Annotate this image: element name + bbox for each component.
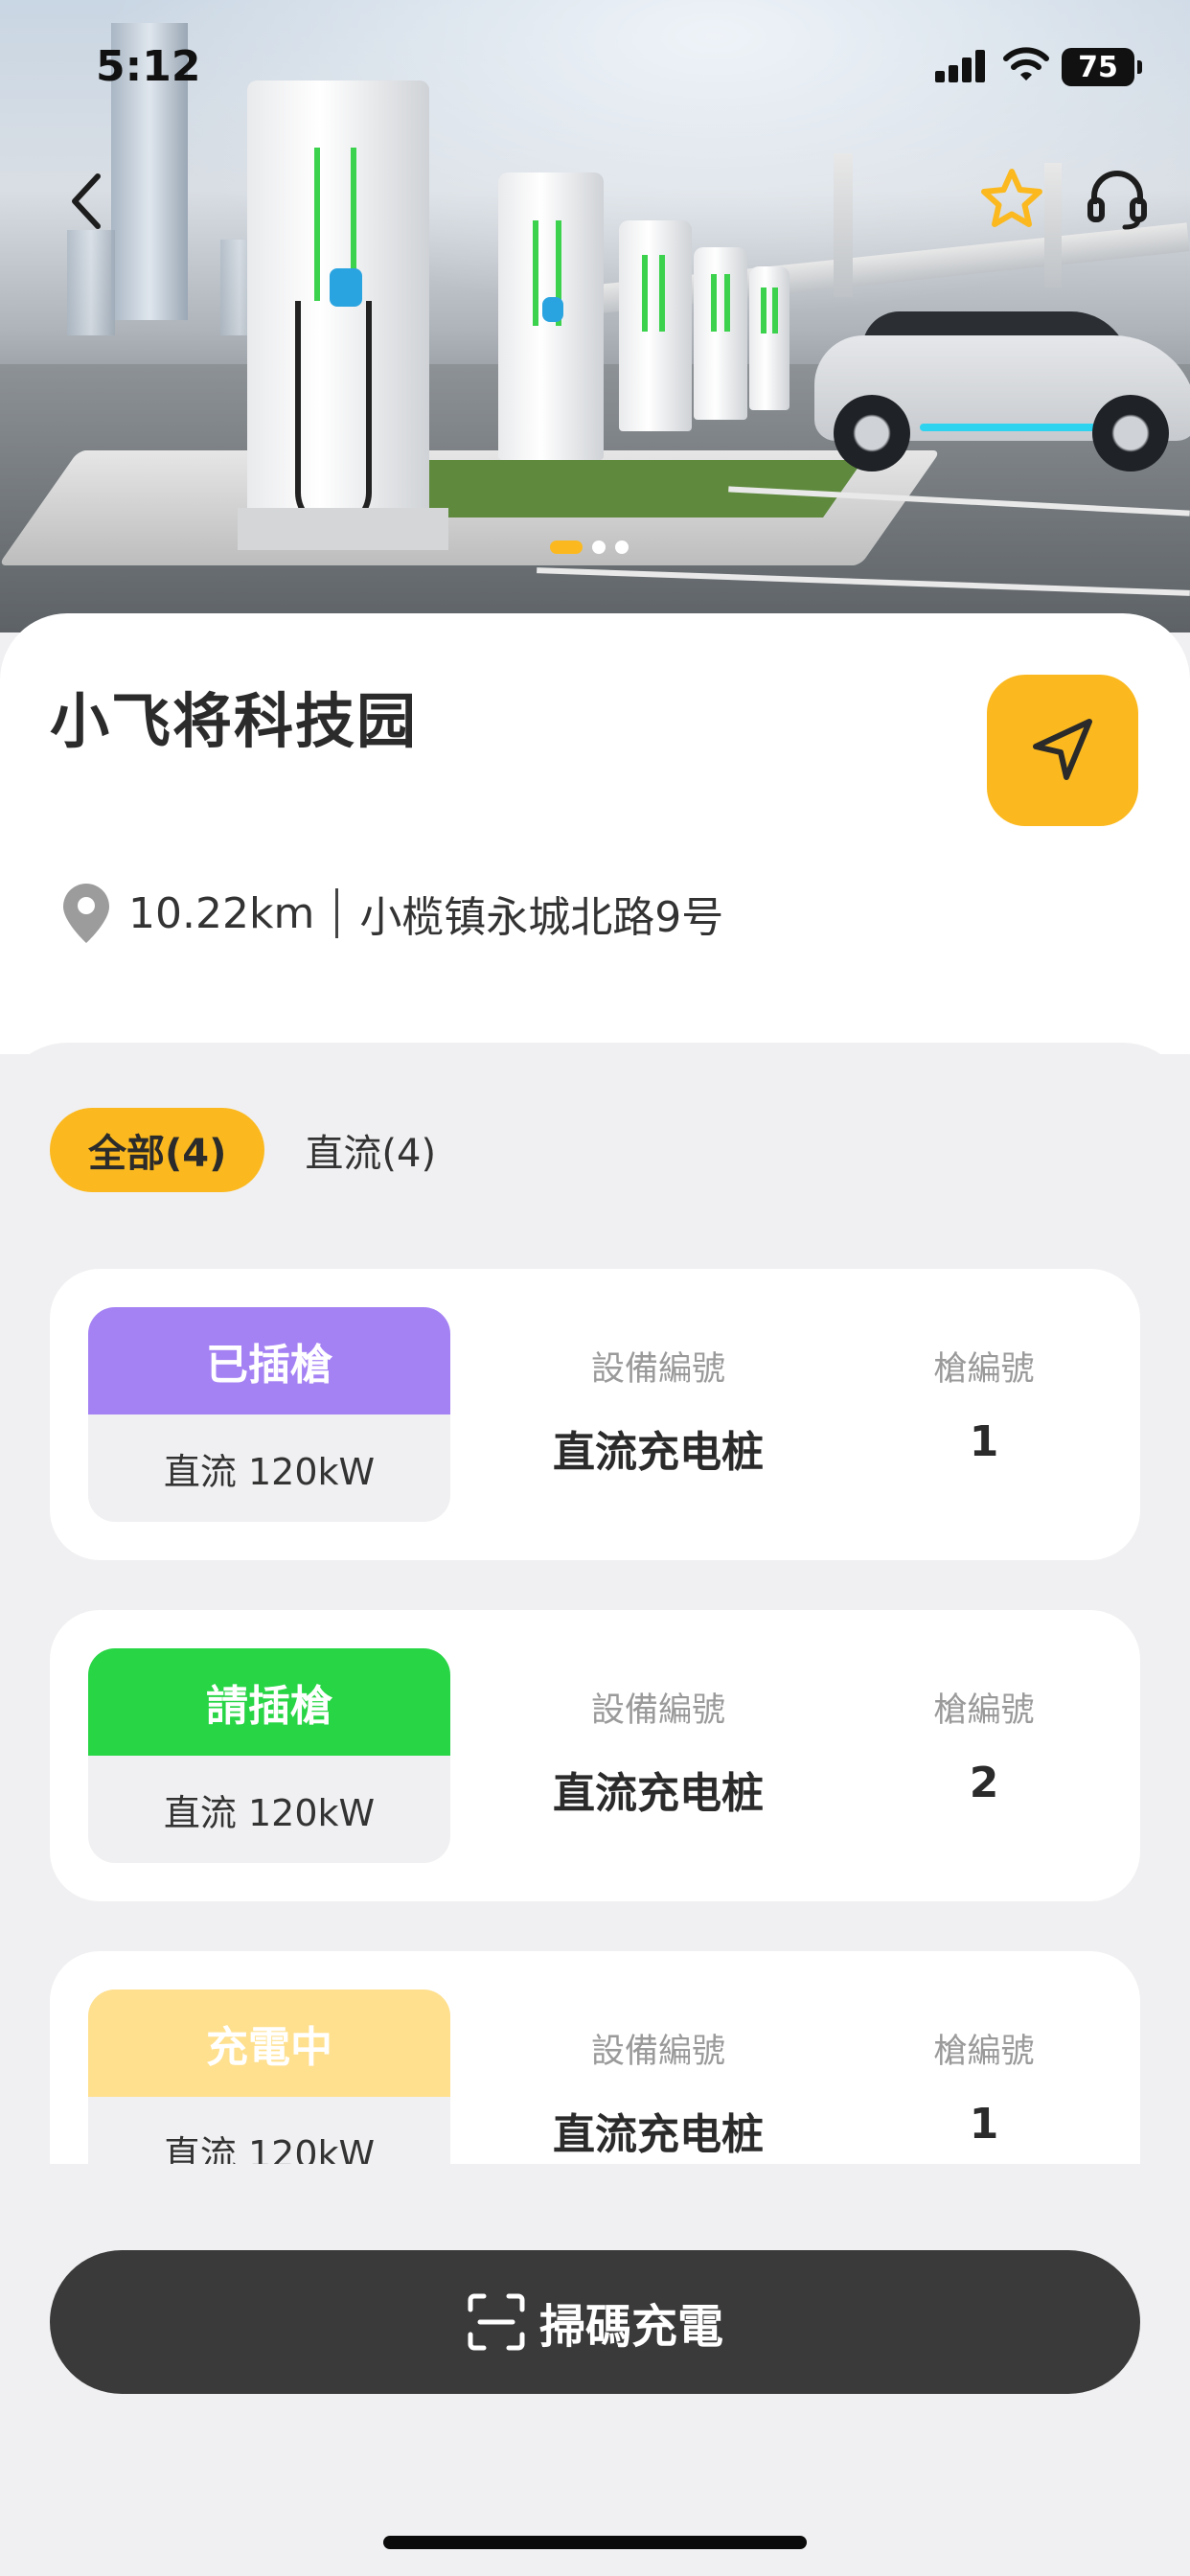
device-number-label: 設備編號	[590, 1350, 725, 1389]
gun-number-value: 1	[969, 2100, 999, 2149]
station-distance: 10.22km	[128, 888, 315, 938]
battery-indicator: 75	[1062, 48, 1142, 86]
chevron-left-icon	[72, 173, 101, 229]
gun-number-column: 槍編號 1	[864, 2024, 1104, 2149]
hero-car	[805, 307, 1190, 472]
charger-status-box: 請插槍 直流 120kW	[88, 1648, 450, 1863]
tab-all[interactable]: 全部(4)	[50, 1108, 265, 1192]
charger-status-badge: 充電中	[88, 1990, 450, 2097]
charger-power: 直流 120kW	[163, 1450, 376, 1493]
hero-building	[67, 230, 115, 335]
station-address: 小榄镇永城北路9号	[359, 893, 724, 942]
charger-status-badge: 已插槍	[88, 1307, 450, 1414]
star-outline-icon	[981, 169, 1042, 227]
carousel-dot[interactable]	[592, 540, 606, 554]
status-time: 5:12	[96, 42, 201, 91]
charger-card[interactable]: 已插槍 直流 120kW 設備編號 直流充电桩 槍編號 1	[50, 1269, 1140, 1560]
hero-charger	[498, 172, 604, 460]
tab-dc[interactable]: 直流(4)	[264, 1108, 474, 1192]
scan-to-charge-button[interactable]: 掃碼充電	[50, 2250, 1140, 2394]
carousel-dot[interactable]	[550, 540, 583, 554]
hero-charger	[749, 266, 790, 410]
charger-status-box: 充電中 直流 120kW	[88, 1990, 450, 2164]
map-pin-icon	[63, 884, 109, 943]
charger-power: 直流 120kW	[163, 2132, 376, 2165]
charger-status-box: 已插槍 直流 120kW	[88, 1307, 450, 1522]
hero-charger	[619, 220, 692, 431]
home-indicator[interactable]	[383, 2536, 807, 2549]
charger-power: 直流 120kW	[163, 1791, 376, 1834]
carousel-indicator	[550, 540, 629, 554]
station-info-panel: 小飞将科技园 10.22km 小榄镇永城北路9号	[0, 613, 1190, 1054]
device-number-value: 直流充电桩	[553, 1428, 764, 1477]
device-number-label: 設備編號	[590, 1691, 725, 1730]
cellular-signal-icon	[935, 48, 989, 82]
scan-frame-icon	[468, 2293, 525, 2351]
gun-number-label: 槍編號	[933, 2033, 1035, 2071]
device-number-value: 直流充电桩	[553, 1769, 764, 1818]
favorite-button[interactable]	[977, 165, 1046, 234]
charger-card[interactable]: 充電中 直流 120kW 設備編號 直流充电桩 槍編號 1	[50, 1951, 1140, 2164]
navigation-arrow-icon	[1033, 719, 1092, 780]
gun-number-column: 槍編號 1	[864, 1342, 1104, 1466]
hero-image	[0, 0, 1190, 632]
hero-charger-base	[238, 508, 448, 550]
customer-service-button[interactable]	[1083, 165, 1152, 234]
gun-number-column: 槍編號 2	[864, 1683, 1104, 1807]
device-number-column: 設備編號 直流充电桩	[500, 1683, 816, 1820]
wifi-icon	[1003, 47, 1049, 80]
gun-number-value: 2	[969, 1759, 999, 1807]
charger-card[interactable]: 請插槍 直流 120kW 設備編號 直流充电桩 槍編號 2	[50, 1610, 1140, 1901]
carousel-dot[interactable]	[615, 540, 629, 554]
charger-list[interactable]: 已插槍 直流 120kW 設備編號 直流充电桩 槍編號 1 請插槍 直流 120…	[50, 1269, 1140, 2164]
gun-number-value: 1	[969, 1417, 999, 1466]
hero-charger	[247, 80, 429, 531]
station-name: 小飞将科技园	[50, 686, 419, 756]
gun-number-label: 槍編號	[933, 1350, 1035, 1389]
device-number-label: 設備編號	[590, 2033, 725, 2071]
hero-bridge	[1044, 163, 1062, 288]
hero-bridge	[834, 153, 853, 297]
scan-to-charge-label: 掃碼充電	[538, 2300, 723, 2354]
headset-icon	[1087, 171, 1147, 230]
filter-tabs: 全部(4) 直流(4)	[50, 1108, 474, 1192]
charger-status-badge: 請插槍	[88, 1648, 450, 1756]
address-divider	[335, 888, 339, 938]
hero-charger	[694, 247, 747, 420]
address-row: 10.22km 小榄镇永城北路9号	[61, 882, 723, 945]
navigate-button[interactable]	[987, 675, 1138, 826]
device-number-column: 設備編號 直流充电桩	[500, 2024, 816, 2161]
device-number-value: 直流充电桩	[553, 2110, 764, 2159]
device-number-column: 設備編號 直流充电桩	[500, 1342, 816, 1479]
back-button[interactable]	[52, 167, 121, 236]
gun-number-label: 槍編號	[933, 1691, 1035, 1730]
